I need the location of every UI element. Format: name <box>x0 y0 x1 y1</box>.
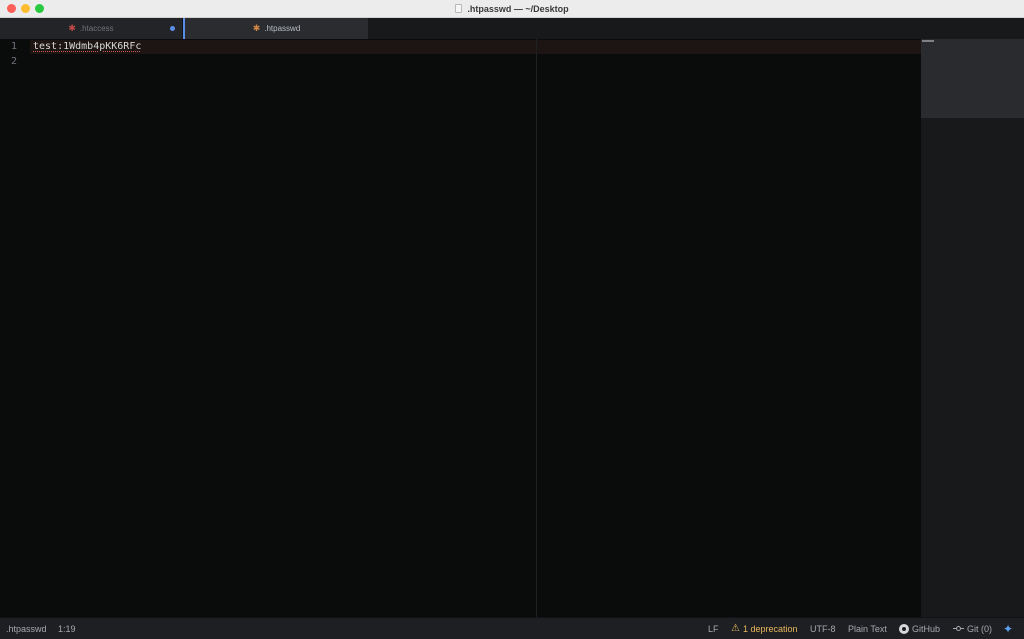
tab-htpasswd-label: .htpasswd <box>264 24 301 33</box>
text-editor[interactable]: 1 2 test:1Wdmb4pKK6RFc <box>0 39 921 617</box>
deprecation-label: 1 deprecation <box>742 623 798 634</box>
gear-icon: ✱ <box>252 23 261 33</box>
status-cursor-position[interactable]: 1:19 <box>58 618 76 639</box>
status-grammar[interactable]: Plain Text <box>848 618 887 639</box>
minimap[interactable] <box>921 39 1024 617</box>
title-bar: .htpasswd — ~/Desktop <box>0 0 1024 18</box>
minimap-visible-region[interactable] <box>921 39 1024 118</box>
github-label: GitHub <box>912 623 941 634</box>
status-line-ending[interactable]: LF <box>708 618 719 639</box>
code-line[interactable]: test:1Wdmb4pKK6RFc <box>33 41 141 52</box>
status-encoding[interactable]: UTF-8 <box>810 618 836 639</box>
editor-window: .htpasswd — ~/Desktop ✱ .htaccess ✱ .htp… <box>0 0 1024 639</box>
warning-icon: ⚠ <box>731 623 740 634</box>
gear-icon: ✱ <box>68 23 76 33</box>
status-filename[interactable]: .htpasswd <box>6 618 47 639</box>
status-github[interactable]: GitHub <box>899 618 940 639</box>
git-commit-icon <box>953 626 964 631</box>
package-updates-icon[interactable]: ✦ <box>1003 623 1015 635</box>
document-icon <box>455 4 463 13</box>
tab-htaccess-label: .htaccess <box>79 24 114 33</box>
github-icon <box>899 623 909 634</box>
line-number-gutter[interactable]: 1 2 <box>0 39 30 617</box>
window-title: .htpasswd — ~/Desktop <box>0 0 1024 17</box>
window-title-text: .htpasswd — ~/Desktop <box>467 3 569 14</box>
tab-htpasswd[interactable]: ✱ .htpasswd <box>183 18 368 39</box>
git-label: Git (0) <box>967 623 993 634</box>
tab-htaccess[interactable]: ✱ .htaccess <box>0 18 183 39</box>
minimap-line <box>922 40 934 42</box>
wrap-guide <box>536 39 537 617</box>
status-deprecation[interactable]: ⚠ 1 deprecation <box>731 618 798 639</box>
line-number: 2 <box>10 56 17 67</box>
status-git[interactable]: Git (0) <box>953 618 992 639</box>
line-number: 1 <box>10 41 17 52</box>
cursor-line-highlight <box>30 40 921 54</box>
tab-bar: ✱ .htaccess ✱ .htpasswd <box>0 18 1024 39</box>
modified-indicator-icon[interactable] <box>170 26 175 31</box>
status-bar: .htpasswd 1:19 LF ⚠ 1 deprecation UTF-8 … <box>0 617 1024 639</box>
